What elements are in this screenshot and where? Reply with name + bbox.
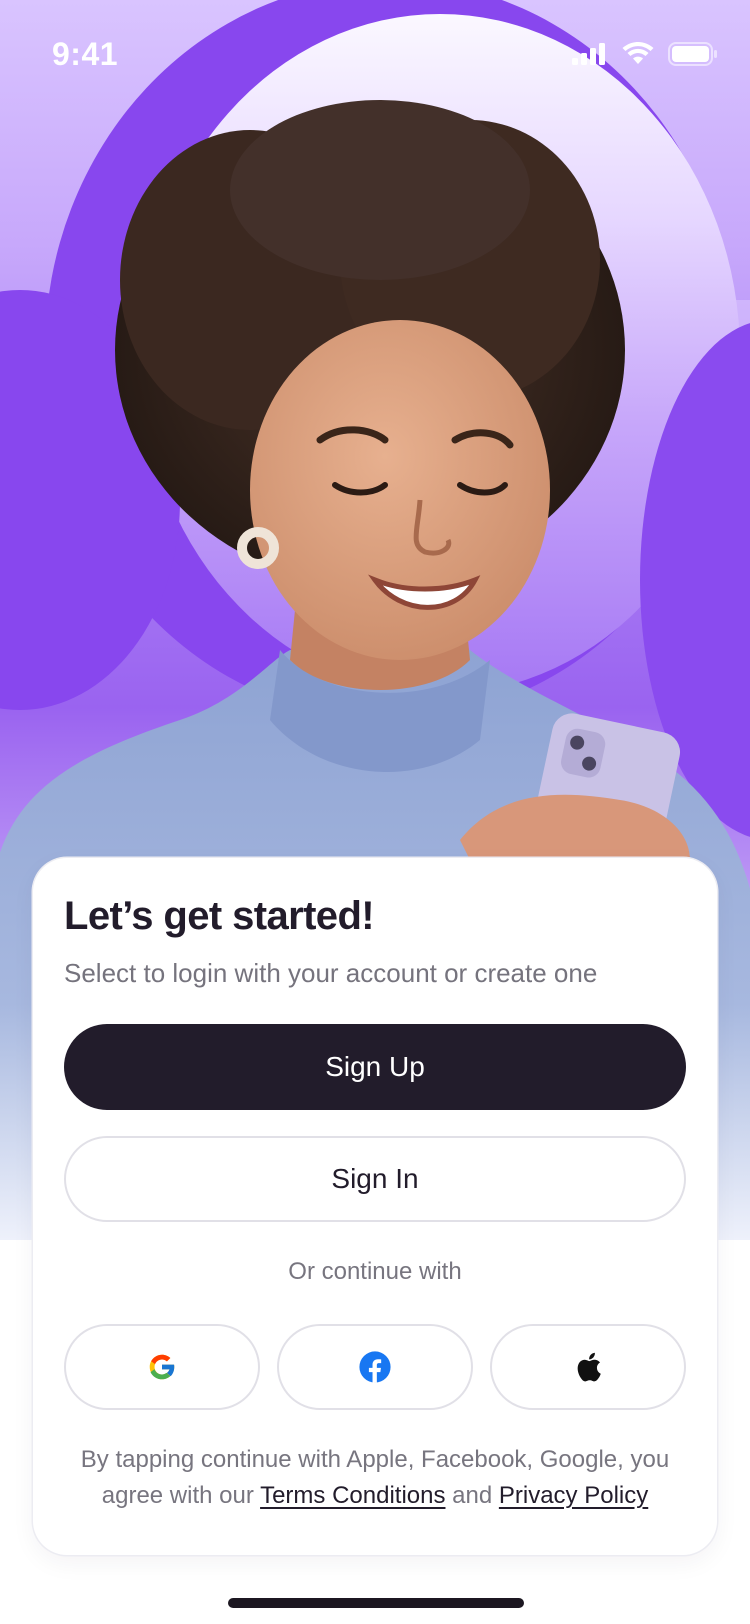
wifi-icon	[622, 42, 654, 64]
legal-line-2-prefix: agree with our	[101, 1482, 254, 1509]
legal-line-1: By tapping continue with Apple, Facebook…	[80, 1446, 670, 1473]
page-subtitle: Select to login with your account or cre…	[64, 958, 598, 988]
battery-icon	[668, 42, 717, 66]
google-login-button[interactable]	[64, 1324, 260, 1410]
page-title: Let’s get started!	[64, 894, 375, 938]
facebook-icon	[359, 1351, 391, 1383]
google-icon	[149, 1354, 176, 1380]
status-icons	[572, 42, 718, 66]
apple-login-button[interactable]	[490, 1324, 686, 1410]
legal-and: and	[452, 1482, 493, 1509]
onboarding-screen: 9:41 Let’s get started! Select to login	[0, 0, 750, 1624]
sign-in-button[interactable]: Sign In	[64, 1136, 686, 1222]
sign-up-button[interactable]: Sign Up	[64, 1024, 686, 1110]
legal-notice: By tapping continue with Apple, Facebook…	[53, 1442, 697, 1514]
status-time: 9:41	[52, 36, 119, 72]
home-indicator	[228, 1598, 524, 1608]
cellular-signal-icon	[572, 43, 605, 65]
privacy-policy-link[interactable]: Privacy Policy	[499, 1482, 648, 1509]
facebook-login-button[interactable]	[277, 1324, 473, 1410]
terms-conditions-link[interactable]: Terms Conditions	[260, 1482, 445, 1509]
continue-with-label: Or continue with	[288, 1258, 462, 1285]
apple-icon	[577, 1352, 601, 1382]
onboarding-card: Let’s get started! Select to login with …	[33, 858, 717, 1555]
status-bar: 9:41	[0, 0, 750, 100]
